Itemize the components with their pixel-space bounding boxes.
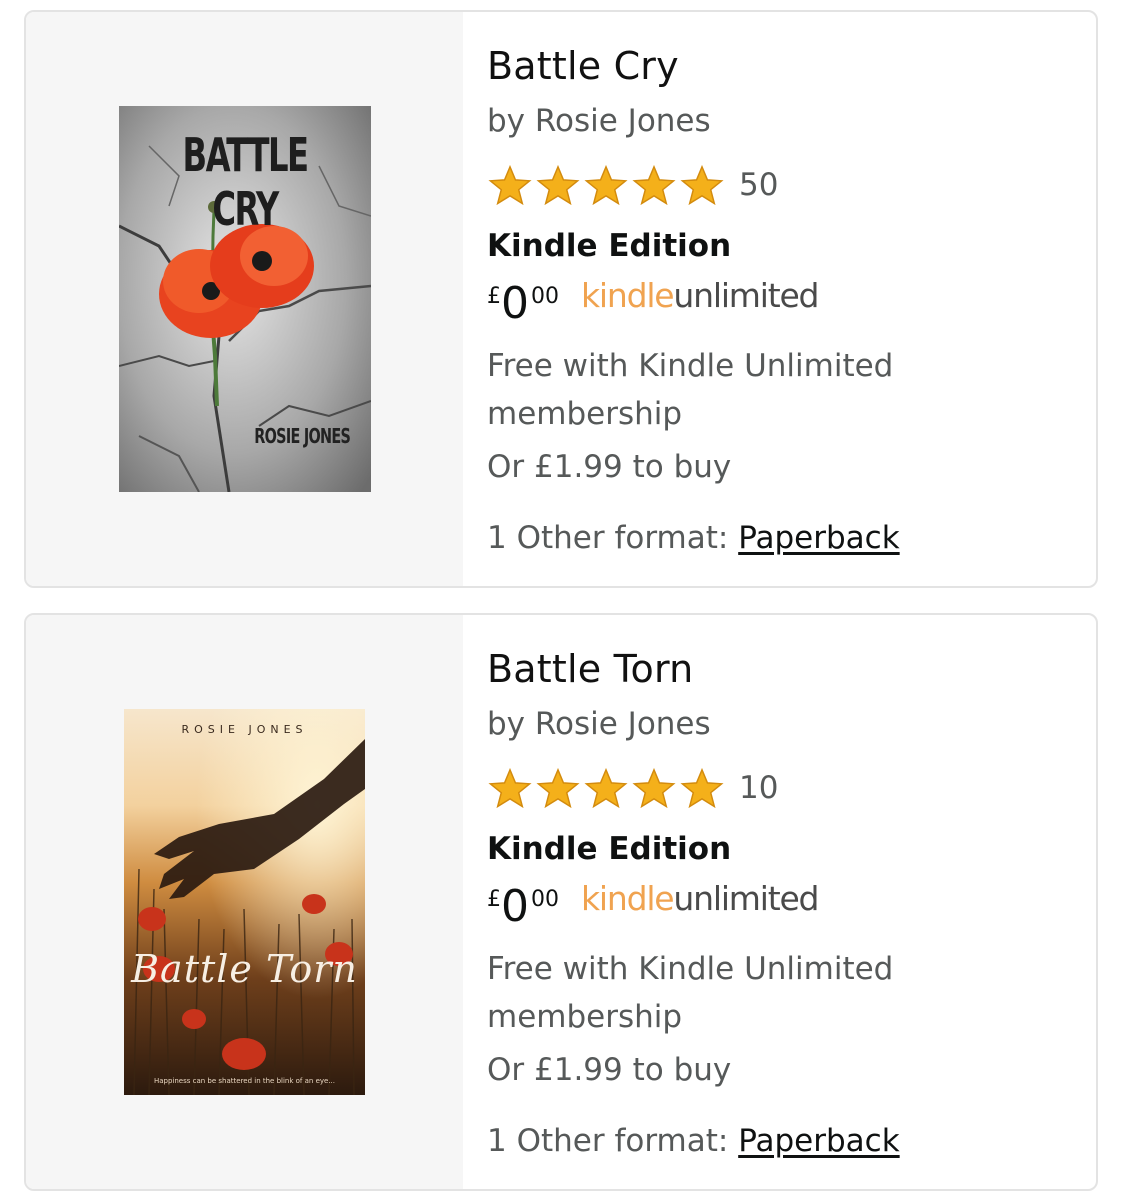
star-icon: [535, 768, 581, 808]
star-icon: [679, 768, 725, 808]
book-author[interactable]: by Rosie Jones: [487, 103, 711, 139]
price-currency: £: [487, 284, 501, 309]
book-title[interactable]: Battle Torn: [487, 647, 693, 691]
cover-pane: BATTLE CRY ROSIE JONES: [26, 12, 463, 586]
format-label[interactable]: Kindle Edition: [487, 831, 731, 867]
price-whole: 0: [501, 881, 529, 932]
buy-price-line: Or £1.99 to buy: [487, 449, 732, 485]
price-fraction: 00: [531, 887, 559, 912]
price-row: £ 0 00 kindleunlimited: [487, 879, 819, 932]
cover-author-text: ROSIE JONES: [181, 723, 308, 736]
cover-title-text: Battle Torn: [131, 947, 358, 991]
ku-logo-unlimited: unlimited: [673, 879, 819, 918]
star-icon: [535, 165, 581, 205]
book-cover-image[interactable]: ROSIE JONES Battle Torn Happiness can be…: [124, 709, 365, 1095]
ku-logo-kindle: kindle: [581, 276, 675, 315]
cover-author-text: ROSIE JONES: [254, 424, 352, 448]
format-label[interactable]: Kindle Edition: [487, 228, 731, 264]
search-results: BATTLE CRY ROSIE JONES Battle Cry by Ros…: [0, 0, 1124, 1195]
kindle-unlimited-logo: kindleunlimited: [581, 276, 819, 315]
book-title[interactable]: Battle Cry: [487, 44, 679, 88]
rating-row[interactable]: 50: [487, 165, 778, 205]
star-icon: [631, 165, 677, 205]
cover-tagline-text: Happiness can be shattered in the blink …: [153, 1077, 335, 1085]
rating-count[interactable]: 10: [739, 770, 778, 806]
star-icon: [487, 768, 533, 808]
ku-logo-unlimited: unlimited: [673, 276, 819, 315]
book-info: Battle Cry by Rosie Jones 50 Kindle Edit…: [463, 12, 1096, 586]
price-row: £ 0 00 kindleunlimited: [487, 276, 819, 329]
book-author[interactable]: by Rosie Jones: [487, 706, 711, 742]
star-icon: [679, 165, 725, 205]
other-formats: 1 Other format: Paperback: [487, 520, 900, 556]
star-icon: [487, 165, 533, 205]
kindle-unlimited-logo: kindleunlimited: [581, 879, 819, 918]
other-format-label: 1 Other format:: [487, 1123, 739, 1159]
kindle-unlimited-description: Free with Kindle Unlimited membership: [487, 348, 894, 432]
paperback-link[interactable]: Paperback: [738, 520, 899, 556]
cover-title-text: BATTLE CRY: [182, 128, 308, 236]
rating-row[interactable]: 10: [487, 768, 778, 808]
other-format-label: 1 Other format:: [487, 520, 739, 556]
price-whole: 0: [501, 278, 529, 329]
kindle-unlimited-description: Free with Kindle Unlimited membership: [487, 951, 894, 1035]
rating-count[interactable]: 50: [739, 167, 778, 203]
star-icon: [583, 165, 629, 205]
other-formats: 1 Other format: Paperback: [487, 1123, 900, 1159]
book-result-card[interactable]: BATTLE CRY ROSIE JONES Battle Cry by Ros…: [24, 10, 1098, 588]
star-rating: [487, 165, 725, 205]
book-info: Battle Torn by Rosie Jones 10 Kindle Edi…: [463, 615, 1096, 1189]
buy-price-line: Or £1.99 to buy: [487, 1052, 732, 1088]
ku-logo-kindle: kindle: [581, 879, 675, 918]
star-icon: [583, 768, 629, 808]
book-cover-image[interactable]: BATTLE CRY ROSIE JONES: [118, 106, 371, 492]
paperback-link[interactable]: Paperback: [738, 1123, 899, 1159]
star-icon: [631, 768, 677, 808]
price-fraction: 00: [531, 284, 559, 309]
cover-pane: ROSIE JONES Battle Torn Happiness can be…: [26, 615, 463, 1189]
star-rating: [487, 768, 725, 808]
price-currency: £: [487, 887, 501, 912]
book-result-card[interactable]: ROSIE JONES Battle Torn Happiness can be…: [24, 613, 1098, 1191]
